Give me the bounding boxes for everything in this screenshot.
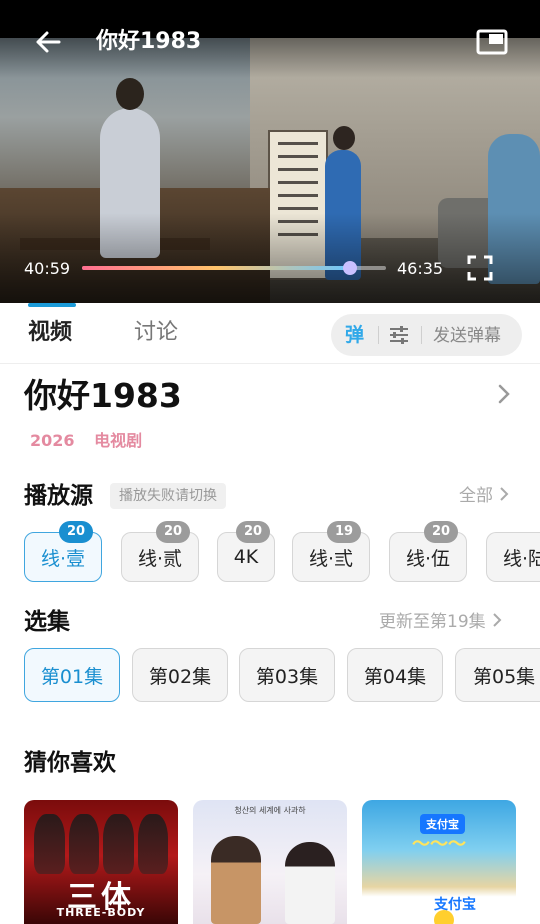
episode-button[interactable]: 第04集 bbox=[347, 648, 443, 702]
chevron-right-icon bbox=[500, 487, 509, 501]
divider bbox=[378, 326, 379, 344]
sliders-icon bbox=[390, 326, 408, 344]
source-chip[interactable]: 线·弎 19 bbox=[292, 521, 370, 582]
episode-button[interactable]: 第03集 bbox=[239, 648, 335, 702]
picture-in-picture-icon bbox=[476, 29, 508, 55]
poster-art bbox=[211, 836, 261, 924]
page: 你好1983 40:59 46:35 视频 讨论 弹 发送弹幕 你好1983 2… bbox=[0, 0, 540, 924]
source-chip-label: 线·贰 bbox=[137, 547, 183, 570]
source-chip-label: 线·壹 bbox=[40, 547, 86, 570]
bottom-gradient bbox=[0, 213, 540, 303]
arrow-left-icon bbox=[36, 31, 61, 53]
recommend-poster[interactable]: 청산의 세계에 사과하 bbox=[193, 800, 347, 924]
source-chip-label: 线·弎 bbox=[308, 547, 354, 570]
episode-button[interactable]: 第05集 bbox=[455, 648, 540, 702]
episode-button[interactable]: 第01集 bbox=[24, 648, 120, 702]
sources-title: 播放源 bbox=[24, 483, 93, 509]
source-chip-label: 线·陆 bbox=[503, 547, 540, 570]
progress-knob[interactable] bbox=[342, 261, 357, 275]
fullscreen-icon bbox=[467, 255, 493, 281]
sources-all-label: 全部 bbox=[459, 486, 493, 506]
episodes-update-label: 更新至第19集 bbox=[379, 612, 486, 632]
poster-art bbox=[434, 910, 454, 924]
source-chip[interactable]: 线·贰 20 bbox=[121, 521, 199, 582]
source-count-badge: 20 bbox=[156, 521, 190, 543]
video-title: 你好1983 bbox=[96, 29, 202, 54]
source-chip[interactable]: 线·陆 bbox=[486, 532, 540, 582]
source-count-badge: 20 bbox=[236, 521, 270, 543]
back-button[interactable] bbox=[30, 26, 66, 58]
source-count-badge: 20 bbox=[424, 521, 458, 543]
chevron-right-icon bbox=[492, 613, 502, 627]
danmaku-settings-button[interactable] bbox=[388, 325, 410, 345]
danmaku-bar: 弹 发送弹幕 bbox=[331, 314, 522, 356]
total-time: 46:35 bbox=[397, 259, 444, 278]
divider bbox=[421, 326, 422, 344]
poster-caption: 청산의 세계에 사과하 bbox=[234, 806, 306, 815]
recommend-poster[interactable]: 支付宝 〜〜〜 支付宝 bbox=[362, 800, 516, 924]
source-chip[interactable]: 4K 20 bbox=[217, 521, 275, 582]
top-gradient bbox=[0, 38, 540, 78]
content-tabs: 视频 讨论 弹 发送弹幕 bbox=[0, 303, 540, 364]
recommend-title: 猜你喜欢 bbox=[24, 750, 116, 776]
danmaku-toggle-button[interactable]: 弹 bbox=[345, 323, 364, 347]
poster-subtitle: THREE-BODY bbox=[56, 906, 146, 919]
episode-button[interactable]: 第02集 bbox=[132, 648, 228, 702]
tab-video[interactable]: 视频 bbox=[28, 317, 72, 349]
picture-in-picture-button[interactable] bbox=[474, 26, 510, 58]
source-count-badge: 19 bbox=[327, 521, 361, 543]
video-player[interactable]: 你好1983 40:59 46:35 bbox=[0, 0, 540, 303]
progress-bar[interactable] bbox=[82, 261, 386, 275]
source-chip-label: 4K bbox=[233, 546, 259, 568]
source-count-badge: 20 bbox=[59, 521, 93, 543]
chevron-right-icon bbox=[498, 384, 510, 404]
episodes-update-link[interactable]: 更新至第19集 bbox=[379, 610, 502, 634]
show-year: 2026 bbox=[30, 431, 75, 450]
video-frame[interactable] bbox=[0, 38, 540, 303]
sources-all-link[interactable]: 全部 bbox=[459, 484, 509, 508]
sources-hint: 播放失败请切换 bbox=[110, 483, 226, 509]
source-chip[interactable]: 线·壹 20 bbox=[24, 521, 102, 582]
show-category: 电视剧 bbox=[94, 431, 143, 450]
poster-art bbox=[285, 842, 335, 924]
tab-indicator bbox=[28, 303, 76, 307]
source-chip[interactable]: 线·伍 20 bbox=[389, 521, 467, 582]
send-danmaku-input[interactable]: 发送弹幕 bbox=[433, 324, 501, 348]
show-title: 你好1983 bbox=[24, 376, 182, 415]
show-detail-button[interactable] bbox=[494, 382, 514, 406]
episodes-title: 选集 bbox=[24, 609, 70, 635]
progress-fill bbox=[82, 266, 350, 270]
fullscreen-button[interactable] bbox=[466, 254, 494, 282]
source-chip-label: 线·伍 bbox=[405, 547, 451, 570]
tab-discussion[interactable]: 讨论 bbox=[134, 317, 178, 349]
poster-art: 〜〜〜 bbox=[412, 834, 466, 855]
show-meta: 2026 电视剧 bbox=[30, 430, 156, 452]
recommend-poster[interactable]: 三体 THREE-BODY bbox=[24, 800, 178, 924]
poster-art bbox=[34, 814, 168, 874]
current-time: 40:59 bbox=[24, 259, 71, 278]
